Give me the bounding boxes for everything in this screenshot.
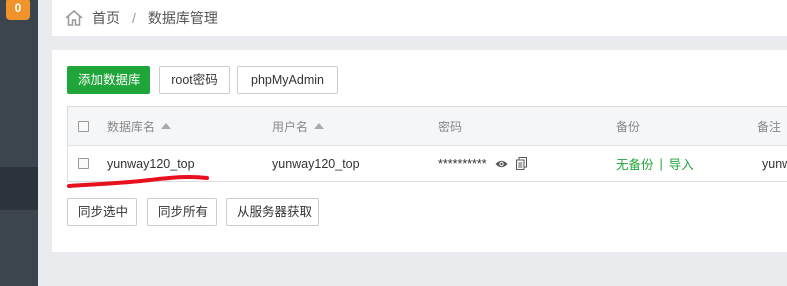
sort-asc-icon [161, 123, 172, 129]
database-table: 数据库名 用户名 密码 备份 备注 yunway120_top yunway12… [67, 106, 787, 182]
column-header-username[interactable]: 用户名 [272, 107, 325, 145]
column-header-db-name[interactable]: 数据库名 [107, 107, 172, 145]
column-header-password: 密码 [438, 119, 463, 134]
page-title: 数据库管理 [147, 10, 218, 26]
copy-icon[interactable] [515, 157, 527, 170]
table-header: 数据库名 用户名 密码 备份 备注 [68, 107, 787, 146]
remark-cell[interactable]: yunw [762, 145, 787, 182]
add-database-button[interactable]: 添加数据库 [67, 66, 150, 94]
backup-separator: | [659, 156, 663, 171]
sort-asc-icon [314, 123, 325, 129]
sidebar: 0 [0, 0, 38, 286]
sync-selected-button[interactable]: 同步选中 [67, 198, 137, 226]
breadcrumb: 首页 / 数据库管理 [52, 0, 787, 36]
db-name-cell: yunway120_top [107, 156, 195, 171]
table-row: yunway120_top yunway120_top ********** 无… [68, 145, 787, 182]
column-header-remark: 备注 [757, 119, 782, 134]
row-checkbox[interactable] [78, 158, 89, 169]
breadcrumb-home[interactable]: 首页 [92, 8, 120, 28]
fetch-from-server-button[interactable]: 从服务器获取 [226, 198, 319, 226]
notification-badge[interactable]: 0 [6, 0, 30, 20]
column-header-backup: 备份 [616, 119, 641, 134]
sidebar-item-active[interactable] [0, 167, 38, 210]
import-link[interactable]: 导入 [669, 154, 694, 173]
sync-all-button[interactable]: 同步所有 [147, 198, 217, 226]
home-icon[interactable] [64, 8, 84, 28]
root-password-button[interactable]: root密码 [159, 66, 230, 94]
username-cell: yunway120_top [272, 156, 360, 171]
main-panel: 添加数据库 root密码 phpMyAdmin 数据库名 用户名 密码 备份 备… [52, 50, 787, 252]
eye-icon[interactable] [495, 159, 508, 169]
password-cell: ********** [438, 145, 527, 182]
breadcrumb-separator: / [132, 10, 136, 26]
phpmyadmin-button[interactable]: phpMyAdmin [237, 66, 338, 94]
backup-status-link[interactable]: 无备份 [616, 154, 654, 173]
backup-cell: 无备份 | 导入 [616, 145, 694, 182]
select-all-checkbox[interactable] [78, 120, 89, 132]
password-value: ********** [438, 156, 487, 171]
